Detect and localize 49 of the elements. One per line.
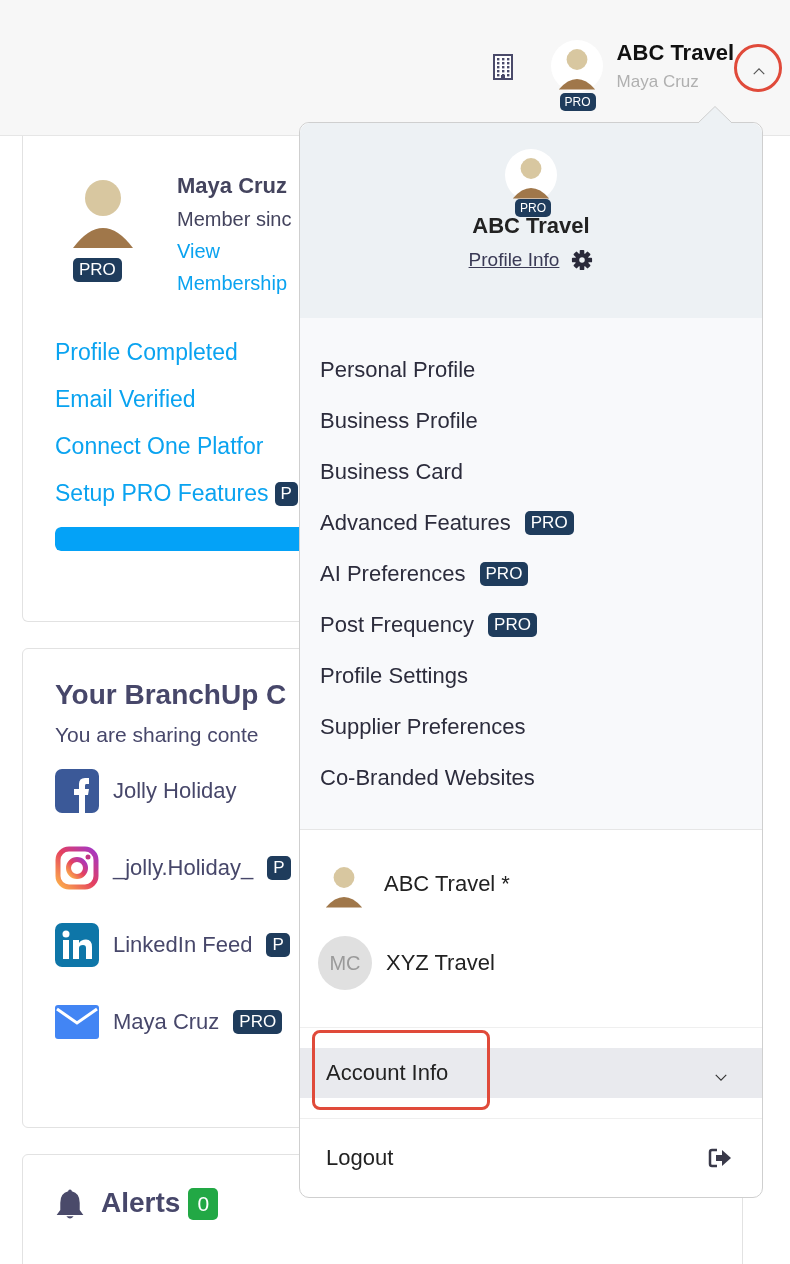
caret-icon [752,66,766,76]
user-name: Maya Cruz [616,72,700,92]
channel-name: Maya Cruz [113,1009,220,1035]
instagram-icon [55,846,99,890]
account-info-item[interactable]: Account Info [300,1048,762,1098]
pro-badge: P [274,481,298,506]
menu-item[interactable]: Post Frequency [320,611,475,638]
pro-badge: P [266,933,290,957]
channel-name: _jolly.Holiday_ [113,855,254,881]
caret-icon [714,1072,728,1082]
menu-item[interactable]: Profile Settings [320,662,468,689]
member-name: Maya Cruz [177,173,289,199]
logout-icon [708,1148,732,1168]
menu-item[interactable]: Personal Profile [320,356,476,383]
menu-item[interactable]: Supplier Preferences [320,713,526,740]
pro-badge: PRO [515,199,551,217]
channel-name: Jolly Holiday [113,778,237,804]
pro-badge: PRO [559,93,596,111]
linkedin-icon [55,923,99,967]
logout-item[interactable]: Logout [300,1119,762,1197]
envelope-icon [55,1005,99,1039]
avatar[interactable] [550,40,603,92]
pro-badge: PRO [479,561,529,586]
pro-badge: P [267,856,291,880]
account-switch-item[interactable]: ABC Travel * [384,871,510,897]
card-title: Your BranchUp C [55,679,287,711]
menu-item[interactable]: Business Card [320,458,464,485]
avatar [505,149,557,201]
settings-icon[interactable] [571,249,594,271]
bell-icon [55,1187,85,1221]
building-icon[interactable] [492,54,513,80]
menu-item[interactable]: Advanced Features [320,509,511,536]
account-switch-item[interactable]: XYZ Travel [386,950,495,976]
pro-badge: PRO [233,1010,283,1034]
menu-item[interactable]: AI Preferences [320,560,466,587]
pro-badge: PRO [488,612,537,637]
account-name: ABC Travel [616,40,734,66]
menu-item[interactable]: Co-Branded Websites [320,764,535,791]
alert-count: 0 [188,1188,219,1220]
card-subtitle: You are sharing conte [55,723,259,747]
card-title: Alerts [101,1187,181,1219]
menu-item[interactable]: Business Profile [320,407,478,434]
profile-info-link[interactable]: Profile Info [468,249,560,271]
channel-name: LinkedIn Feed [113,932,253,958]
pro-badge: PRO [73,258,122,282]
pro-badge: PRO [524,510,574,535]
initials-avatar: MC [318,936,372,990]
facebook-icon [55,769,99,813]
member-since: Member sinc [177,208,292,231]
